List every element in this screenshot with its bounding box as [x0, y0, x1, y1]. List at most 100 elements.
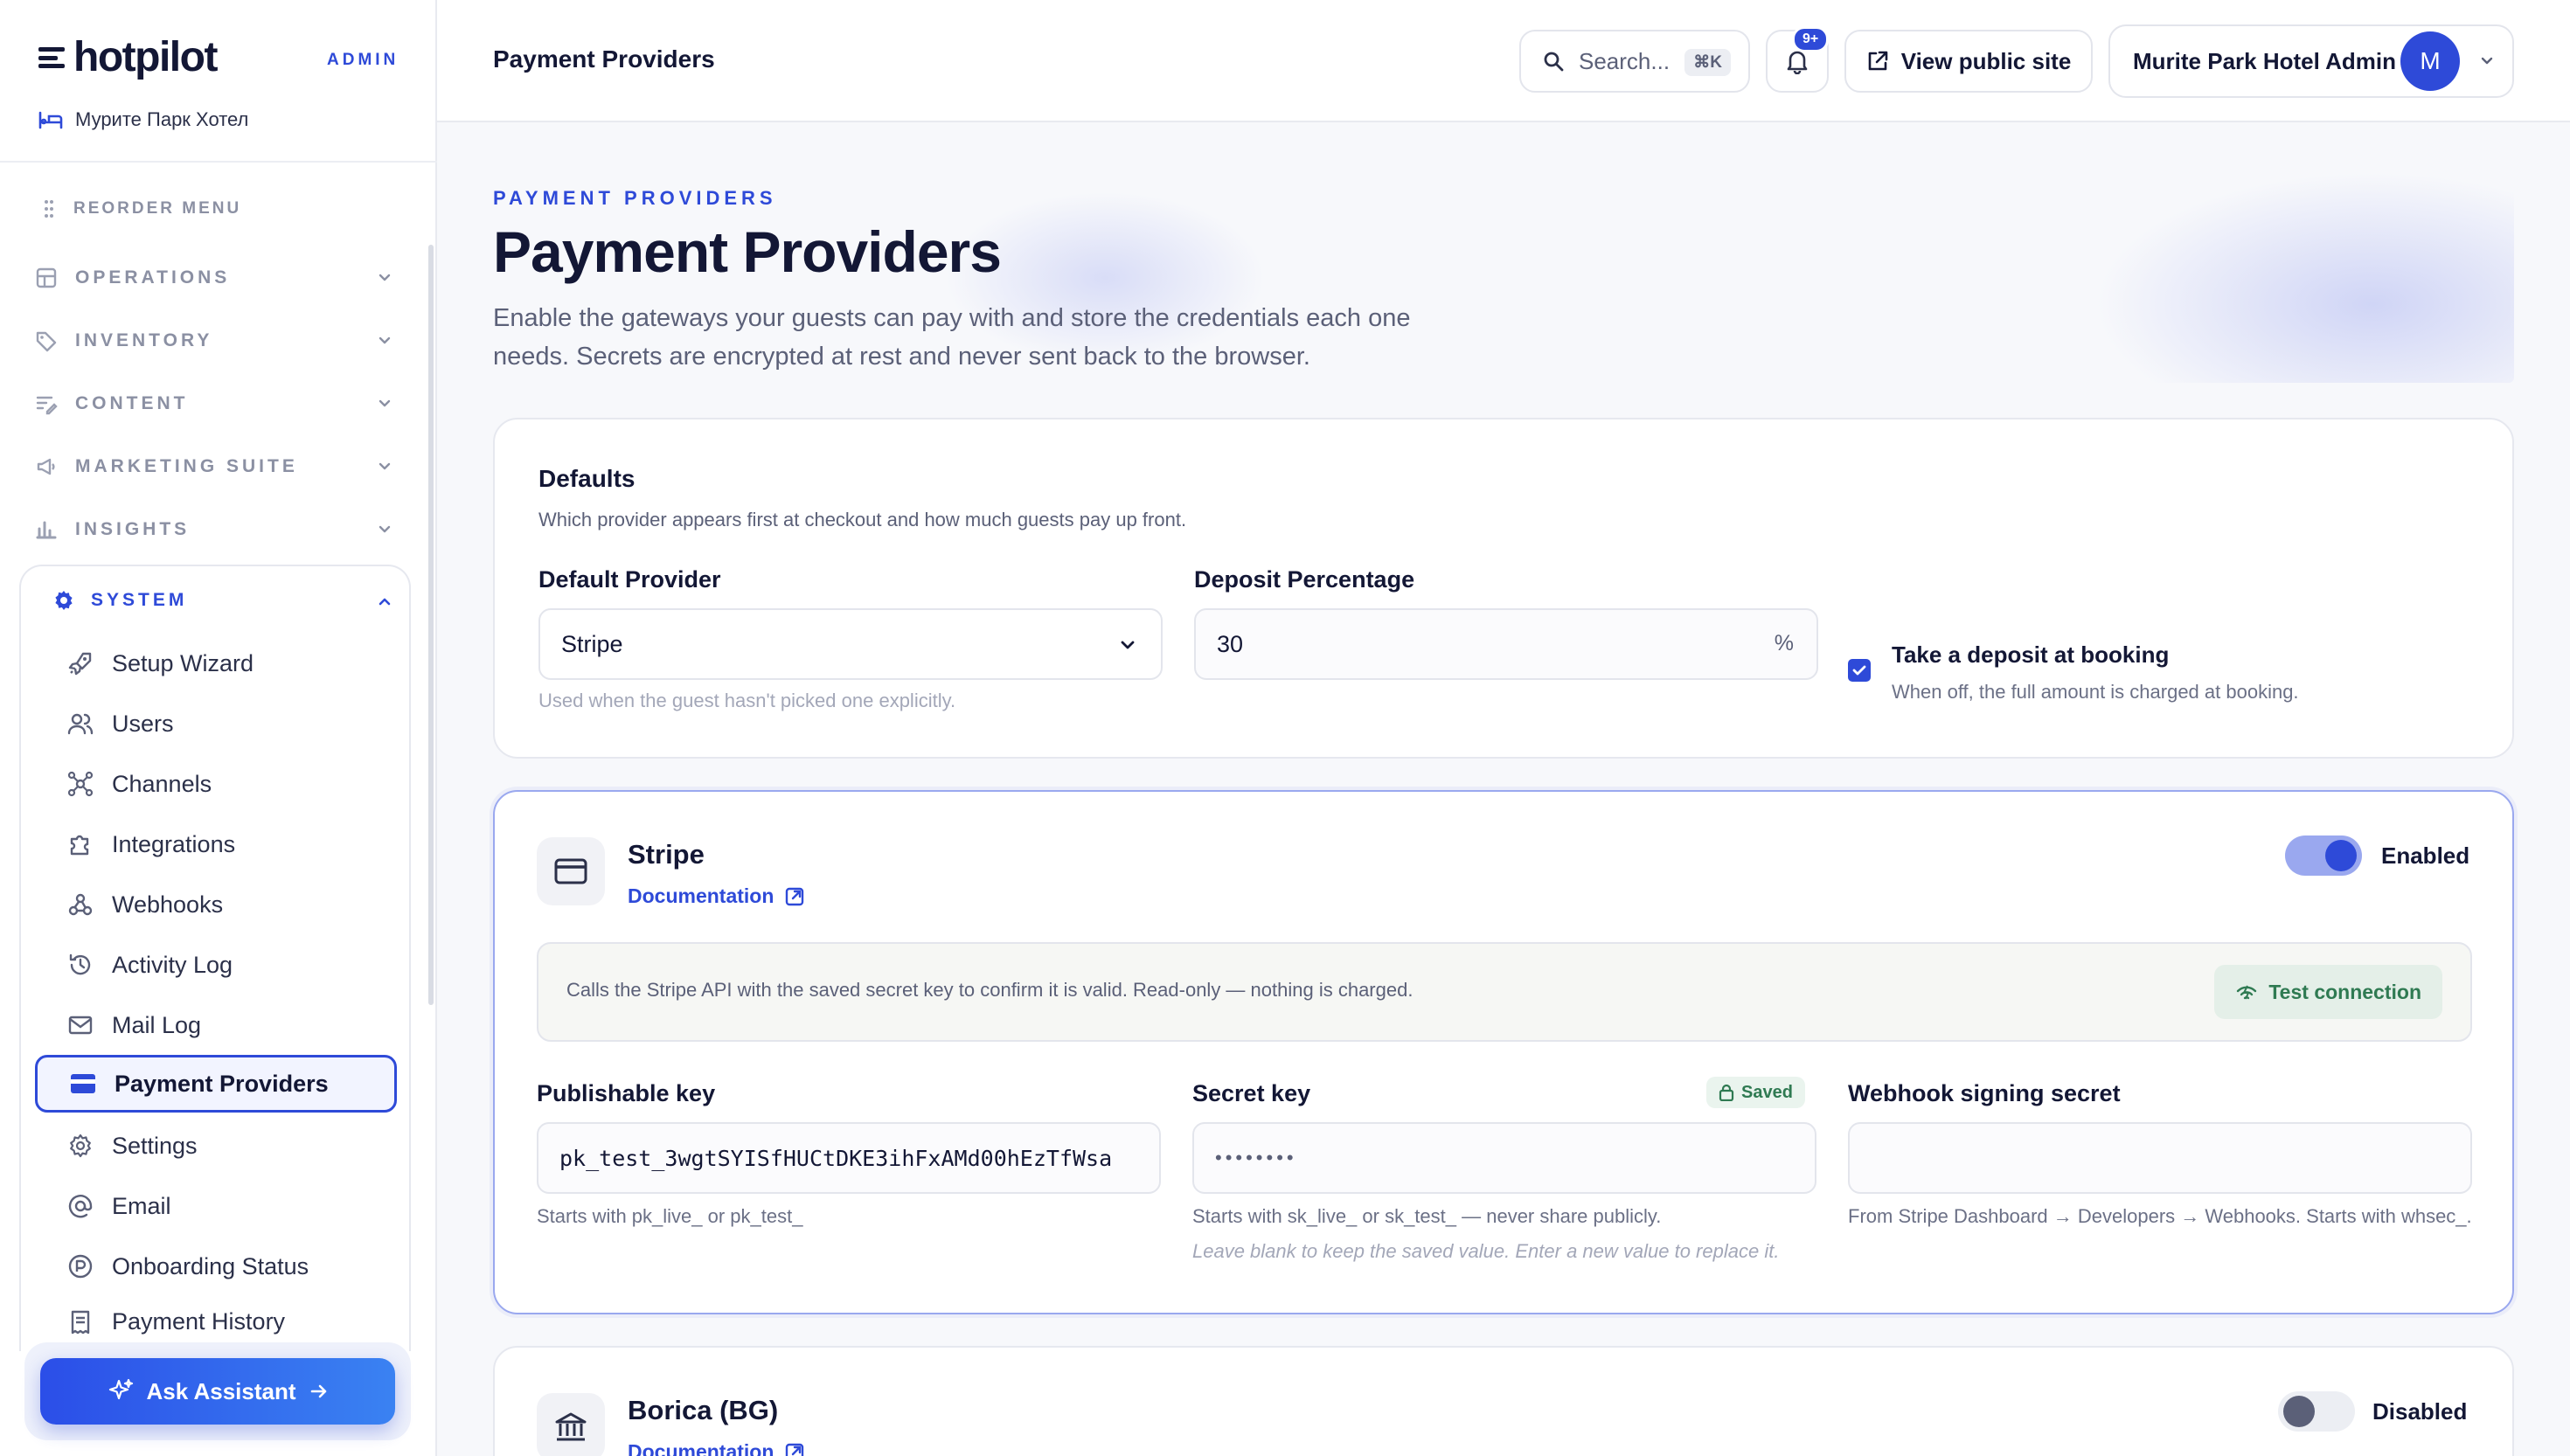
search-icon	[1544, 52, 1564, 72]
arrow-right-icon	[310, 1384, 326, 1398]
sparkles-icon	[108, 1378, 133, 1400]
signal-icon	[2237, 985, 2257, 1000]
sidebar-item-label: Integrations	[112, 830, 236, 857]
nav-group-label: MARKETING SUITE	[75, 456, 298, 476]
external-link-icon	[786, 887, 804, 905]
sidebar-scrollbar[interactable]	[428, 245, 434, 1005]
system-group-header[interactable]: SYSTEM	[52, 589, 391, 612]
stripe-enabled-toggle[interactable]	[2285, 835, 2362, 876]
sidebar-item-users[interactable]: Users	[35, 695, 397, 752]
nav-group-system: SYSTEM Setup Wizard Users Channels Integ…	[19, 565, 411, 1351]
sidebar-item-label: Activity Log	[112, 951, 233, 978]
sidebar-item-mail-log[interactable]: Mail Log	[35, 996, 397, 1054]
webhook-secret-hint: From Stripe Dashboard → Developers → Web…	[1848, 1205, 2472, 1227]
brand-logo[interactable]: hotpilot	[38, 35, 218, 80]
secret-key-label: Secret key	[1192, 1080, 1311, 1106]
sidebar-item-integrations[interactable]: Integrations	[35, 815, 397, 873]
nav-group-insights[interactable]: INSIGHTS	[35, 512, 393, 547]
grid-icon	[36, 267, 57, 288]
sidebar-item-webhooks[interactable]: Webhooks	[35, 876, 397, 933]
documentation-label: Documentation	[628, 884, 774, 907]
nav-group-label: INVENTORY	[75, 330, 213, 350]
saved-label: Saved	[1741, 1082, 1793, 1102]
test-connection-description: Calls the Stripe API with the saved secr…	[566, 979, 1414, 1001]
notifications-badge: 9+	[1792, 26, 1830, 52]
nav-group-marketing[interactable]: MARKETING SUITE	[35, 449, 393, 484]
nav-group-content[interactable]: CONTENT	[35, 386, 393, 421]
network-icon	[66, 770, 94, 798]
bar-chart-icon	[36, 521, 57, 539]
take-deposit-checkbox[interactable]	[1848, 659, 1871, 682]
default-provider-value: Stripe	[561, 630, 623, 657]
sidebar-item-onboarding-status[interactable]: Onboarding Status	[35, 1238, 397, 1295]
megaphone-icon	[37, 458, 55, 475]
page-title: Payment Providers	[493, 219, 1002, 284]
hotel-name: Мурите Парк Хотел	[75, 108, 249, 130]
test-connection-label: Test connection	[2268, 980, 2421, 1003]
webhook-secret-label: Webhook signing secret	[1848, 1080, 2121, 1106]
sidebar-item-payment-history[interactable]: Payment History	[35, 1298, 397, 1342]
stripe-name: Stripe	[628, 839, 705, 870]
sidebar-item-activity-log[interactable]: Activity Log	[35, 936, 397, 994]
view-public-site-button[interactable]: View public site	[1844, 30, 2093, 93]
default-provider-select[interactable]: Stripe	[538, 608, 1163, 680]
external-link-icon	[1868, 51, 1888, 71]
borica-documentation-link[interactable]: Documentation	[628, 1440, 805, 1456]
lock-icon	[1719, 1084, 1734, 1101]
sidebar-item-payment-providers[interactable]: Payment Providers	[35, 1055, 397, 1113]
sidebar-item-label: Payment Providers	[115, 1070, 329, 1097]
publishable-key-hint: Starts with pk_live_ or pk_test_	[537, 1205, 803, 1227]
nav-group-inventory[interactable]: INVENTORY	[35, 323, 393, 358]
receipt-icon	[66, 1308, 94, 1336]
drag-handle-icon	[45, 200, 53, 218]
sidebar-item-label: Channels	[112, 770, 212, 797]
webhook-secret-input[interactable]	[1848, 1122, 2472, 1194]
deposit-percentage-label: Deposit Percentage	[1194, 566, 1415, 593]
default-provider-hint: Used when the guest hasn't picked one ex…	[538, 690, 956, 711]
system-label: SYSTEM	[91, 590, 188, 610]
nav-group-operations[interactable]: OPERATIONS	[35, 260, 393, 295]
nav-group-label: INSIGHTS	[75, 519, 191, 539]
test-connection-panel: Calls the Stripe API with the saved secr…	[537, 942, 2472, 1042]
sidebar-item-label: Settings	[112, 1132, 198, 1159]
avatar: M	[2400, 31, 2460, 91]
sidebar-item-settings[interactable]: Settings	[35, 1117, 397, 1175]
borica-name: Borica (BG)	[628, 1395, 779, 1425]
account-name: Murite Park Hotel Admin	[2133, 47, 2396, 74]
secret-key-hint-secondary: Leave blank to keep the saved value. Ent…	[1192, 1240, 1780, 1262]
assistant-container: Ask Assistant	[24, 1342, 411, 1440]
chevron-down-icon	[379, 274, 391, 281]
reorder-menu-button[interactable]: REORDER MENU	[44, 199, 241, 218]
sidebar-item-channels[interactable]: Channels	[35, 755, 397, 813]
sidebar: hotpilot ADMIN Мурите Парк Хотел REORDER…	[0, 0, 437, 1456]
chevron-down-icon	[2481, 57, 2493, 65]
sidebar-item-label: Webhooks	[112, 891, 224, 918]
search-input[interactable]: Search... ⌘K	[1519, 30, 1750, 93]
hotel-switcher[interactable]: Мурите Парк Хотел	[38, 108, 248, 131]
webhook-icon	[66, 891, 94, 919]
stripe-provider-card: Stripe Documentation Enabled Calls the S…	[493, 790, 2514, 1314]
stripe-documentation-link[interactable]: Documentation	[628, 884, 805, 908]
bank-icon	[537, 1393, 605, 1456]
rocket-icon	[66, 649, 94, 677]
secret-key-input[interactable]: ••••••••	[1192, 1122, 1816, 1194]
secret-saved-badge: Saved	[1706, 1077, 1805, 1108]
deposit-percentage-value: 30	[1217, 630, 1244, 657]
publishable-key-value: pk_test_3wgtSYISfHUCtDKE3ihFxAMd00hEzTfW…	[559, 1145, 1113, 1171]
defaults-title: Defaults	[538, 465, 636, 492]
default-provider-label: Default Provider	[538, 566, 721, 593]
test-connection-button[interactable]: Test connection	[2214, 965, 2442, 1019]
publishable-key-label: Publishable key	[537, 1080, 716, 1106]
chevron-down-icon	[379, 462, 391, 470]
search-placeholder: Search...	[1579, 47, 1670, 74]
ask-assistant-button[interactable]: Ask Assistant	[40, 1358, 395, 1425]
deposit-percentage-input[interactable]: 30 %	[1194, 608, 1818, 680]
account-menu[interactable]: Murite Park Hotel Admin M	[2108, 24, 2514, 98]
sidebar-item-email[interactable]: Email	[35, 1177, 397, 1235]
publishable-key-input[interactable]: pk_test_3wgtSYISfHUCtDKE3ihFxAMd00hEzTfW…	[537, 1122, 1161, 1194]
sidebar-item-setup-wizard[interactable]: Setup Wizard	[35, 634, 397, 692]
chevron-down-icon	[379, 525, 391, 533]
sidebar-item-label: Payment History	[112, 1308, 286, 1335]
defaults-card: Defaults Which provider appears first at…	[493, 418, 2514, 759]
borica-enabled-toggle[interactable]	[2278, 1391, 2355, 1432]
